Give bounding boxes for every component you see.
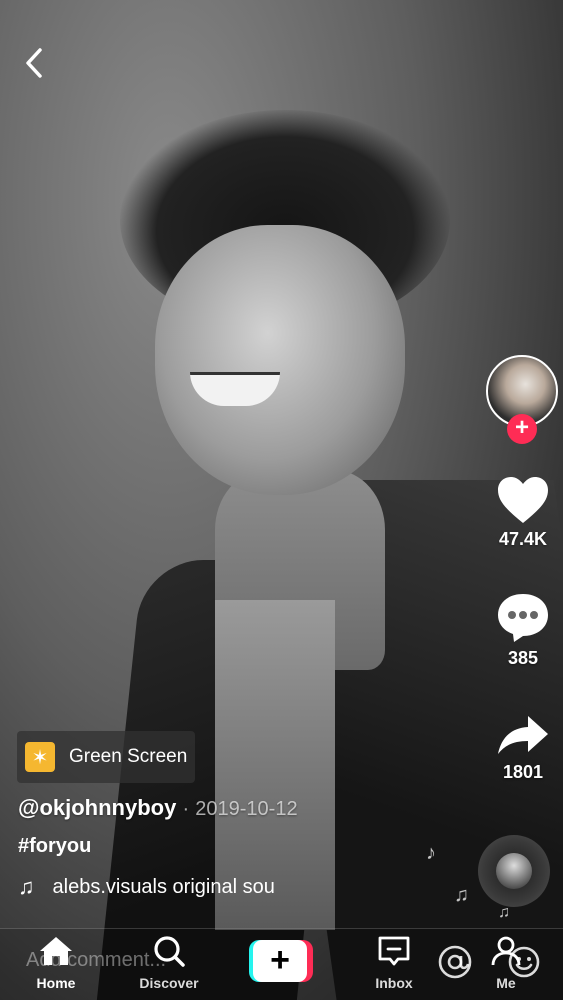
sound-cover-image: [496, 853, 532, 889]
back-button[interactable]: [20, 46, 50, 80]
effect-label: Green Screen: [69, 746, 188, 767]
nav-home[interactable]: Home: [16, 935, 96, 991]
search-icon: [154, 936, 185, 967]
username-row: @okjohnnyboy · 2019-10-12: [18, 795, 458, 821]
sound-disc-button[interactable]: [478, 835, 550, 907]
video-frame-face: [155, 225, 405, 495]
follow-plus-icon[interactable]: +: [507, 414, 537, 444]
date-separator: ·: [182, 798, 190, 820]
comment-count: 385: [507, 648, 539, 668]
share-arrow-icon: [498, 716, 548, 754]
smiley-icon: [508, 946, 540, 978]
chevron-left-icon: [26, 48, 42, 78]
create-button[interactable]: +: [249, 940, 313, 982]
home-icon: [40, 937, 72, 965]
bottom-nav: Add comment... Home Discover + Inbox Me: [0, 928, 563, 1000]
nav-home-label: Home: [36, 975, 76, 991]
hashtag-link[interactable]: #foryou: [18, 835, 458, 858]
magic-wand-icon: ✶: [25, 742, 55, 772]
share-count: 1801: [502, 762, 544, 782]
create-plus-icon: +: [253, 940, 307, 982]
share-button[interactable]: 1801: [483, 712, 563, 783]
floating-music-note-icon: ♫: [498, 904, 510, 921]
sound-marquee[interactable]: ♫ alebs.visuals original sou: [18, 874, 318, 900]
music-note-icon: ♫: [18, 874, 35, 899]
nav-discover[interactable]: Discover: [129, 935, 209, 991]
nav-discover-label: Discover: [139, 975, 199, 991]
comment-button[interactable]: 385: [483, 592, 563, 669]
nav-inbox[interactable]: Inbox: [354, 935, 434, 991]
emoji-button[interactable]: [507, 945, 541, 979]
effect-chip[interactable]: ✶ Green Screen: [17, 731, 195, 783]
like-button[interactable]: 47.4K: [483, 475, 563, 550]
like-count: 47.4K: [498, 529, 548, 549]
inbox-icon: [378, 936, 410, 966]
sound-title: alebs.visuals original sou: [52, 875, 275, 898]
comment-bubble-icon: [498, 594, 548, 642]
creator-avatar[interactable]: +: [486, 355, 558, 444]
username-link[interactable]: @okjohnnyboy: [18, 795, 176, 820]
post-date: 2019-10-12: [195, 798, 298, 820]
video-meta: @okjohnnyboy · 2019-10-12 #foryou ♫ aleb…: [18, 795, 458, 900]
nav-inbox-label: Inbox: [375, 975, 413, 991]
heart-icon: [498, 477, 548, 523]
